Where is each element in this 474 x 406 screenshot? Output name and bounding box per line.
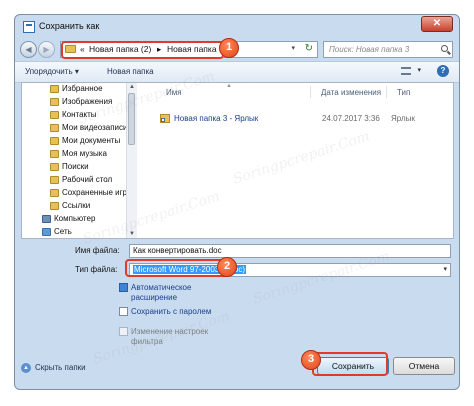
sidebar-item-searches[interactable]: Поиски (50, 162, 89, 175)
music-icon (50, 149, 59, 158)
file-date: 24.07.2017 3:36 (322, 114, 380, 123)
auto-extension-label-line1: Автоматическое (131, 283, 192, 292)
help-icon[interactable]: ? (437, 65, 449, 77)
documents-icon (50, 136, 59, 145)
sidebar-item-links[interactable]: Ссылки (50, 201, 90, 214)
refresh-icon[interactable]: ↻ (305, 43, 313, 54)
sidebar-item-label: Сеть (54, 227, 72, 236)
filter-settings-checkbox[interactable] (119, 327, 128, 336)
new-folder-button[interactable]: Новая папка (107, 67, 154, 76)
window-title: Сохранить как (39, 21, 100, 31)
search-icon[interactable] (441, 45, 448, 52)
sidebar-item-network[interactable]: Сеть (42, 227, 72, 238)
sidebar-item-label: Избранное (62, 84, 103, 93)
search-placeholder: Поиск: Новая папка 3 (329, 45, 410, 54)
sidebar-item-music[interactable]: Моя музыка (50, 149, 107, 162)
file-row[interactable]: Новая папка 3 - Ярлык 24.07.2017 3:36 Яр… (160, 113, 440, 125)
network-icon (42, 227, 51, 236)
sidebar-item-label: Ссылки (62, 201, 91, 210)
sidebar-item-favorites[interactable]: Избранное (50, 84, 103, 97)
computer-icon (42, 214, 51, 223)
callout-highlight-2 (125, 259, 228, 277)
filename-label: Имя файла: (75, 246, 120, 255)
auto-extension-checkbox[interactable] (119, 283, 128, 292)
chevron-down-icon[interactable]: ▾ (443, 265, 447, 273)
view-options-icon[interactable] (401, 67, 411, 75)
title-bar: Сохранить как ✕ (15, 15, 459, 39)
callout-number-2: 2 (217, 257, 237, 277)
back-arrow-icon: ◀ (25, 45, 32, 54)
searches-icon (50, 162, 59, 171)
callout-highlight-3 (312, 352, 388, 376)
games-icon (50, 188, 59, 197)
scroll-up-icon[interactable]: ▲ (129, 84, 135, 90)
sidebar-item-label: Мои видеозаписи (62, 123, 127, 132)
sidebar-item-label: Поиски (62, 162, 89, 171)
callout-number-3: 3 (301, 350, 321, 370)
save-with-password-label: Сохранить с паролем (131, 307, 212, 316)
filetype-label: Тип файла: (75, 265, 118, 274)
column-divider (310, 86, 311, 98)
close-button[interactable]: ✕ (421, 16, 453, 32)
organize-button[interactable]: Упорядочить ▾ (25, 67, 79, 76)
callout-number-1: 1 (219, 38, 239, 58)
search-input[interactable]: Поиск: Новая папка 3 (323, 41, 453, 58)
videos-icon (50, 123, 59, 132)
file-name: Новая папка 3 - Ярлык (174, 114, 259, 123)
column-header-date[interactable]: Дата изменения (321, 88, 381, 97)
sidebar-item-label: Компьютер (54, 214, 96, 223)
cancel-button[interactable]: Отмена (393, 357, 455, 375)
back-button[interactable]: ◀ (20, 41, 37, 58)
pictures-icon (50, 97, 59, 106)
sidebar-item-saved-games[interactable]: Сохраненные игры (50, 188, 127, 201)
callout-highlight-1 (61, 41, 224, 59)
column-header-type[interactable]: Тип (397, 88, 410, 97)
sidebar-item-label: Мои документы (62, 136, 121, 145)
save-as-dialog: Сохранить как ✕ ◀ ▶ « Новая папка (2) ▸ … (14, 14, 460, 390)
forward-button[interactable]: ▶ (38, 41, 55, 58)
desktop-icon (50, 175, 59, 184)
contacts-icon (50, 110, 59, 119)
collapse-icon[interactable]: ▲ (21, 363, 31, 373)
sidebar-item-label: Рабочий стол (62, 175, 113, 184)
view-dropdown-icon[interactable]: ▾ (417, 66, 421, 74)
file-type: Ярлык (391, 114, 415, 123)
sidebar-item-desktop[interactable]: Рабочий стол (50, 175, 112, 188)
forward-arrow-icon: ▶ (43, 45, 50, 54)
sidebar-item-computer[interactable]: Компьютер (42, 214, 95, 227)
address-dropdown-icon[interactable]: ▾ (291, 44, 295, 52)
app-icon (23, 21, 35, 33)
links-icon (50, 201, 59, 210)
star-icon (50, 84, 59, 93)
save-with-password-checkbox[interactable] (119, 307, 128, 316)
column-divider (386, 86, 387, 98)
filename-field[interactable]: Как конвертировать.doc (129, 244, 451, 258)
hide-folders-button[interactable]: Скрыть папки (35, 363, 86, 372)
sidebar-item-label: Сохраненные игры (62, 188, 127, 197)
auto-extension-label-line2: расширение (131, 293, 178, 302)
sidebar-item-label: Моя музыка (62, 149, 107, 158)
sidebar-item-documents[interactable]: Мои документы (50, 136, 120, 149)
sort-indicator-icon: ▲ (226, 83, 232, 89)
browser-pane: Избранное Изображения Контакты Мои видео… (21, 82, 454, 239)
shortcut-folder-icon (160, 114, 170, 123)
toolbar: Упорядочить ▾ Новая папка ▾ ? (15, 61, 459, 83)
